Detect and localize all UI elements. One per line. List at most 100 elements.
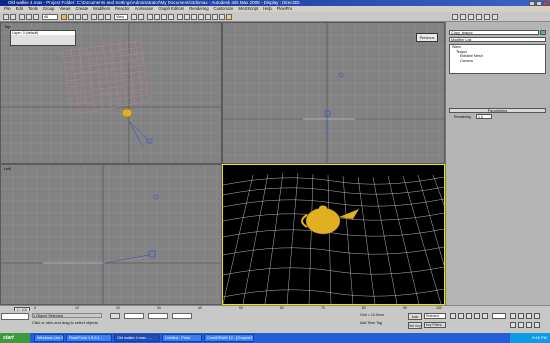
wave-plane-perspective <box>223 172 444 304</box>
set-key-button[interactable]: Set Key <box>408 322 422 329</box>
minimize-button[interactable] <box>529 0 535 6</box>
rectangular-selection-icon[interactable] <box>75 13 81 20</box>
quick-render-icon[interactable] <box>226 13 232 20</box>
spinner-snap-icon[interactable] <box>168 13 174 20</box>
create-panel-icon[interactable] <box>452 13 458 20</box>
task-flashpoint[interactable]: FlashPoint 1.5.6.1 ... <box>66 334 112 342</box>
teapot-object[interactable] <box>121 108 133 118</box>
orbit-icon[interactable] <box>526 322 532 328</box>
selection-filter-dropdown[interactable]: All <box>42 14 58 20</box>
previous-button[interactable]: Previous <box>416 33 438 42</box>
task-coreldraw[interactable]: CorelDRAW 12 - [Graphic1] <box>204 334 254 342</box>
link-icon[interactable] <box>19 13 25 20</box>
maximize-viewport-icon[interactable] <box>534 322 540 328</box>
tick-label: 10 <box>75 305 79 310</box>
undo-icon[interactable] <box>3 13 9 20</box>
task-paint[interactable]: Untitled - Paint <box>162 334 202 342</box>
task-3dsmax[interactable]: Old walkie 4.max - ... <box>114 334 160 342</box>
zoom-extents-all-icon[interactable] <box>534 313 540 319</box>
close-button[interactable] <box>543 0 549 6</box>
tick-label: 60 <box>280 305 284 310</box>
left-camera-object[interactable] <box>104 194 159 264</box>
z-coordinate-field[interactable] <box>172 313 192 319</box>
layer-manager-icon[interactable] <box>191 13 197 20</box>
pan-icon[interactable] <box>518 322 524 328</box>
window-title: Old walkie 4.max - Project Folder: C:\Do… <box>8 0 300 5</box>
window-crossing-icon[interactable] <box>82 13 88 20</box>
bind-space-warp-icon[interactable] <box>33 13 39 20</box>
prev-frame-icon[interactable] <box>458 313 464 319</box>
param-spinner[interactable]: 1.0 <box>476 114 492 119</box>
reference-coordinate-dropdown[interactable]: View <box>114 14 128 20</box>
layer-toolbar-floater[interactable]: Layer: 0 (default) <box>10 30 76 46</box>
zoom-all-icon[interactable] <box>518 313 524 319</box>
clock[interactable]: 9:45 PM <box>532 335 547 340</box>
viewport-perspective[interactable] <box>222 164 445 305</box>
teapot-perspective[interactable] <box>301 205 359 235</box>
align-icon[interactable] <box>184 13 190 20</box>
key-filter-dropdown[interactable]: Selected <box>424 313 446 319</box>
display-panel-icon[interactable] <box>484 13 490 20</box>
maximize-button[interactable] <box>536 0 542 6</box>
select-and-rotate-icon[interactable] <box>98 13 104 20</box>
command-panel: Copy_teapot Modifier List Wave Teapot Ed… <box>445 22 550 305</box>
goto-end-icon[interactable] <box>482 313 488 319</box>
next-frame-icon[interactable] <box>474 313 480 319</box>
add-time-tag[interactable]: Add Time Tag <box>360 321 382 325</box>
pivot-point-icon[interactable] <box>131 13 137 20</box>
select-and-scale-icon[interactable] <box>105 13 111 20</box>
object-color-swatch[interactable] <box>540 30 546 35</box>
auto-key-button[interactable]: Auto Key <box>408 313 422 326</box>
viewport-left-label[interactable]: Left <box>4 166 11 171</box>
viewport-top-label[interactable]: Top <box>4 24 10 29</box>
field-of-view-icon[interactable] <box>510 322 516 328</box>
select-and-manipulate-icon[interactable] <box>138 13 144 20</box>
x-coordinate-field[interactable] <box>124 313 144 319</box>
redo-icon[interactable] <box>10 13 16 20</box>
main-toolbar: All View <box>0 12 550 22</box>
maxscript-listener[interactable] <box>1 313 29 320</box>
play-icon[interactable] <box>466 313 472 319</box>
task-messenger[interactable]: Windows Live Messenger <box>34 334 64 342</box>
select-object-icon[interactable] <box>61 13 67 20</box>
mirror-icon[interactable] <box>177 13 183 20</box>
tick-label: 90 <box>403 305 407 310</box>
current-frame-field[interactable] <box>492 313 506 319</box>
unlink-icon[interactable] <box>26 13 32 20</box>
zoom-extents-icon[interactable] <box>526 313 532 319</box>
tick-label: 0 <box>34 305 36 310</box>
parameters-rollout[interactable]: Parameters <box>449 108 546 113</box>
utilities-panel-icon[interactable] <box>492 13 498 20</box>
modifier-stack[interactable]: Wave Teapot Editable Mesh Camera <box>449 44 546 74</box>
percent-snap-icon[interactable] <box>161 13 167 20</box>
stack-item-camera[interactable]: Camera <box>450 59 545 64</box>
tick-label: 100 <box>436 305 442 310</box>
modify-panel-icon[interactable] <box>460 13 466 20</box>
start-button[interactable]: start <box>0 333 30 343</box>
tick-label: 80 <box>362 305 366 310</box>
viewport-left[interactable]: Left <box>0 164 222 305</box>
object-name-field[interactable]: Copy_teapot <box>449 30 539 35</box>
schematic-view-icon[interactable] <box>205 13 211 20</box>
perspective-viewport-canvas <box>223 172 444 304</box>
curve-editor-icon[interactable] <box>198 13 204 20</box>
windows-taskbar: start Windows Live Messenger FlashPoint … <box>0 333 550 343</box>
key-filters-button[interactable]: Key Filters... <box>424 322 446 328</box>
viewport-front[interactable]: Previous <box>222 22 445 164</box>
tick-label: 40 <box>198 305 202 310</box>
y-coordinate-field[interactable] <box>148 313 168 319</box>
select-and-move-icon[interactable] <box>91 13 97 20</box>
zoom-icon[interactable] <box>510 313 516 319</box>
selection-status: 1 Object Selected <box>32 313 102 318</box>
motion-panel-icon[interactable] <box>476 13 482 20</box>
goto-start-icon[interactable] <box>450 313 456 319</box>
select-by-name-icon[interactable] <box>68 13 74 20</box>
front-camera-object[interactable] <box>324 72 344 135</box>
lock-selection-icon[interactable] <box>110 313 120 319</box>
angle-snap-icon[interactable] <box>154 13 160 20</box>
snaps-toggle-icon[interactable] <box>147 13 153 20</box>
material-editor-icon[interactable] <box>212 13 218 20</box>
render-setup-icon[interactable] <box>219 13 225 20</box>
hierarchy-panel-icon[interactable] <box>468 13 474 20</box>
modifier-list-dropdown[interactable]: Modifier List <box>449 37 546 42</box>
